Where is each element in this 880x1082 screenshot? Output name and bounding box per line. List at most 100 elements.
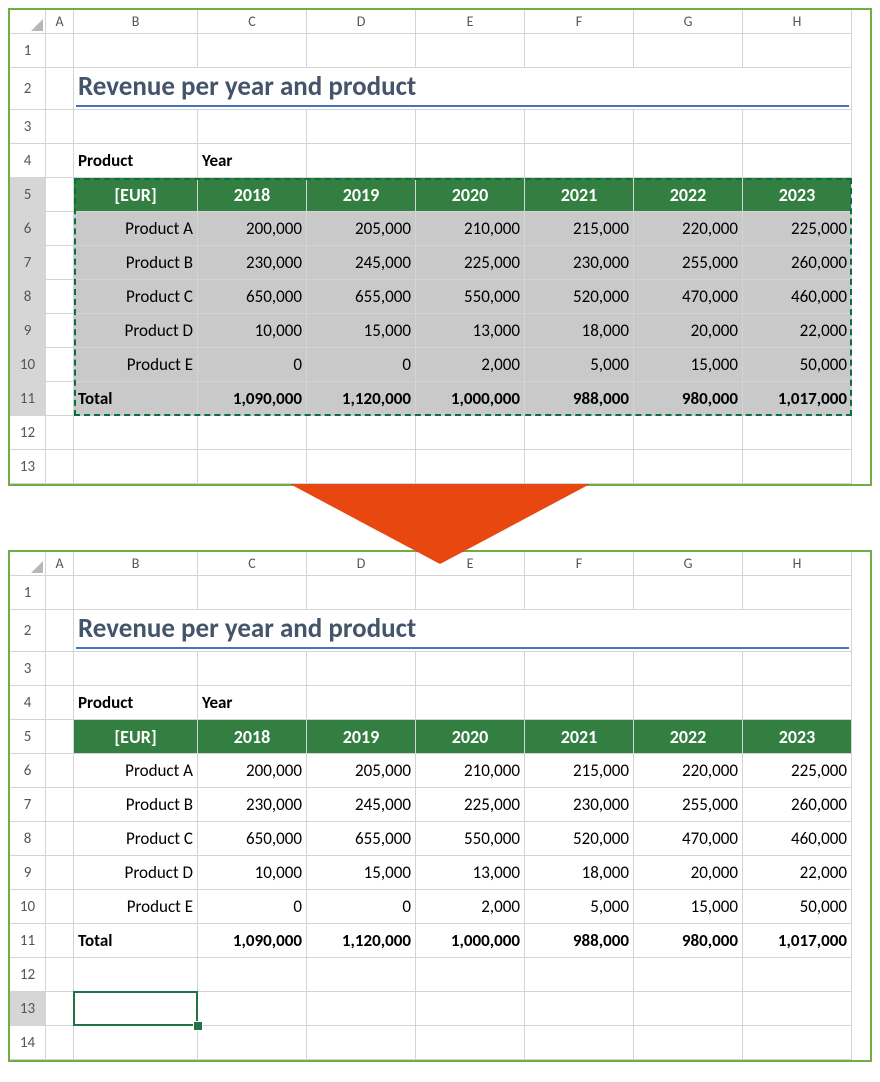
cell[interactable] bbox=[634, 686, 743, 720]
row-header-13[interactable]: 13 bbox=[10, 450, 46, 484]
total-cell[interactable]: 1,090,000 bbox=[198, 924, 307, 958]
cell[interactable] bbox=[46, 788, 74, 822]
cell[interactable] bbox=[74, 416, 198, 450]
cell[interactable] bbox=[525, 110, 634, 144]
data-cell[interactable]: 470,000 bbox=[634, 822, 743, 856]
column-header-c[interactable]: C bbox=[198, 10, 307, 34]
cell[interactable] bbox=[525, 992, 634, 1026]
cell[interactable] bbox=[634, 1026, 743, 1060]
cell[interactable] bbox=[743, 110, 852, 144]
cell[interactable] bbox=[198, 416, 307, 450]
cell[interactable] bbox=[525, 34, 634, 68]
cell[interactable] bbox=[46, 382, 74, 416]
header-year[interactable]: 2021 bbox=[525, 720, 634, 754]
data-cell[interactable]: 470,000 bbox=[634, 280, 743, 314]
product-name[interactable]: Product E bbox=[74, 890, 198, 924]
product-name[interactable]: Product D bbox=[74, 856, 198, 890]
cell[interactable] bbox=[46, 576, 74, 610]
data-cell[interactable]: 2,000 bbox=[416, 890, 525, 924]
cell[interactable] bbox=[46, 992, 74, 1026]
data-cell[interactable]: 205,000 bbox=[307, 212, 416, 246]
data-cell[interactable]: 200,000 bbox=[198, 212, 307, 246]
data-cell[interactable]: 550,000 bbox=[416, 280, 525, 314]
cell[interactable] bbox=[307, 110, 416, 144]
cell[interactable] bbox=[74, 450, 198, 484]
cell[interactable] bbox=[416, 144, 525, 178]
cell[interactable] bbox=[46, 144, 74, 178]
data-cell[interactable]: 260,000 bbox=[743, 246, 852, 280]
header-year[interactable]: 2019 bbox=[307, 720, 416, 754]
cell[interactable] bbox=[46, 1026, 74, 1060]
cell[interactable] bbox=[743, 1026, 852, 1060]
data-cell[interactable]: 200,000 bbox=[198, 754, 307, 788]
data-cell[interactable]: 2,000 bbox=[416, 348, 525, 382]
cell[interactable] bbox=[307, 992, 416, 1026]
cell[interactable] bbox=[46, 610, 74, 652]
row-header-10[interactable]: 10 bbox=[10, 890, 46, 924]
row-header-11[interactable]: 11 bbox=[10, 382, 46, 416]
header-year[interactable]: 2021 bbox=[525, 178, 634, 212]
header-year[interactable]: 2018 bbox=[198, 720, 307, 754]
data-cell[interactable]: 18,000 bbox=[525, 314, 634, 348]
total-cell[interactable]: 1,120,000 bbox=[307, 382, 416, 416]
data-cell[interactable]: 225,000 bbox=[743, 212, 852, 246]
product-name[interactable]: Product C bbox=[74, 822, 198, 856]
column-header-e[interactable]: E bbox=[416, 10, 525, 34]
row-header-9[interactable]: 9 bbox=[10, 314, 46, 348]
header-year[interactable]: 2019 bbox=[307, 178, 416, 212]
data-cell[interactable]: 230,000 bbox=[525, 788, 634, 822]
cell[interactable] bbox=[743, 34, 852, 68]
total-cell[interactable]: 1,017,000 bbox=[743, 382, 852, 416]
cell[interactable] bbox=[634, 144, 743, 178]
row-header-1[interactable]: 1 bbox=[10, 576, 46, 610]
data-cell[interactable]: 215,000 bbox=[525, 212, 634, 246]
cell[interactable] bbox=[416, 958, 525, 992]
data-cell[interactable]: 50,000 bbox=[743, 890, 852, 924]
cell[interactable] bbox=[74, 1026, 198, 1060]
cell[interactable] bbox=[46, 652, 74, 686]
total-label[interactable]: Total bbox=[74, 382, 198, 416]
total-cell[interactable]: 1,120,000 bbox=[307, 924, 416, 958]
data-cell[interactable]: 15,000 bbox=[634, 348, 743, 382]
column-header-g[interactable]: G bbox=[634, 10, 743, 34]
row-header-7[interactable]: 7 bbox=[10, 246, 46, 280]
data-cell[interactable]: 260,000 bbox=[743, 788, 852, 822]
cell[interactable] bbox=[525, 958, 634, 992]
cell[interactable] bbox=[46, 822, 74, 856]
data-cell[interactable]: 50,000 bbox=[743, 348, 852, 382]
row-header-5[interactable]: 5 bbox=[10, 720, 46, 754]
data-cell[interactable]: 255,000 bbox=[634, 788, 743, 822]
header-year[interactable]: 2022 bbox=[634, 720, 743, 754]
product-name[interactable]: Product A bbox=[74, 212, 198, 246]
data-cell[interactable]: 650,000 bbox=[198, 822, 307, 856]
data-cell[interactable]: 22,000 bbox=[743, 856, 852, 890]
cell[interactable] bbox=[743, 958, 852, 992]
cell[interactable] bbox=[307, 958, 416, 992]
row-header-3[interactable]: 3 bbox=[10, 110, 46, 144]
label-product[interactable]: Product bbox=[74, 686, 198, 720]
data-cell[interactable]: 10,000 bbox=[198, 314, 307, 348]
cell[interactable] bbox=[74, 110, 198, 144]
cell[interactable] bbox=[198, 450, 307, 484]
cell[interactable] bbox=[416, 652, 525, 686]
data-cell[interactable]: 215,000 bbox=[525, 754, 634, 788]
data-cell[interactable]: 15,000 bbox=[634, 890, 743, 924]
cell[interactable] bbox=[525, 576, 634, 610]
data-cell[interactable]: 230,000 bbox=[198, 788, 307, 822]
data-cell[interactable]: 20,000 bbox=[634, 856, 743, 890]
data-cell[interactable]: 5,000 bbox=[525, 348, 634, 382]
cell[interactable] bbox=[46, 348, 74, 382]
header-year[interactable]: 2018 bbox=[198, 178, 307, 212]
row-header-4[interactable]: 4 bbox=[10, 686, 46, 720]
total-cell[interactable]: 980,000 bbox=[634, 924, 743, 958]
cell[interactable] bbox=[743, 576, 852, 610]
cell[interactable] bbox=[307, 416, 416, 450]
row-header-8[interactable]: 8 bbox=[10, 822, 46, 856]
cell[interactable] bbox=[634, 576, 743, 610]
cell[interactable] bbox=[743, 450, 852, 484]
cell[interactable] bbox=[634, 652, 743, 686]
cell[interactable] bbox=[46, 856, 74, 890]
data-cell[interactable]: 655,000 bbox=[307, 822, 416, 856]
cell[interactable] bbox=[198, 1026, 307, 1060]
cell[interactable] bbox=[46, 416, 74, 450]
